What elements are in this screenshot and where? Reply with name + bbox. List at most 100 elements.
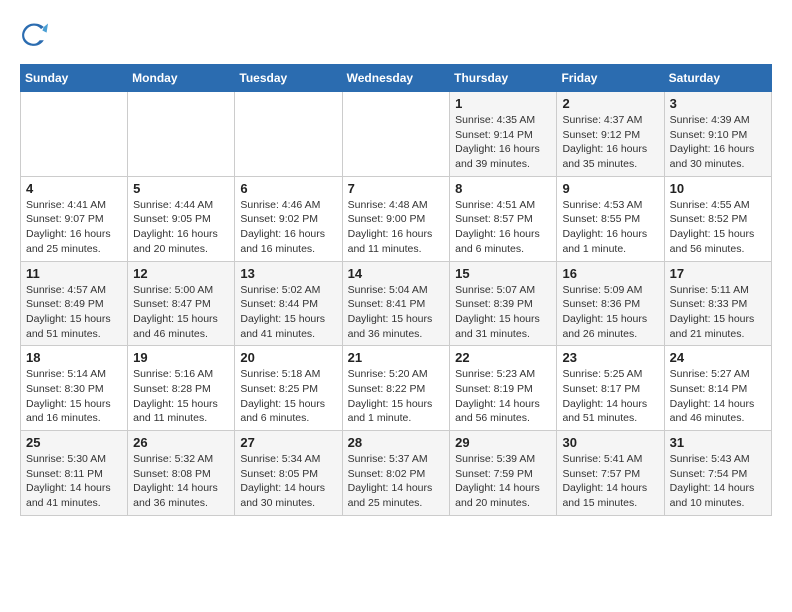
day-number: 21 xyxy=(348,350,445,365)
day-detail-text: Sunrise: 5:23 AM Sunset: 8:19 PM Dayligh… xyxy=(455,367,551,426)
day-number: 11 xyxy=(26,266,122,281)
calendar-day-cell: 21 Sunrise: 5:20 AM Sunset: 8:22 PM Dayli… xyxy=(342,346,450,431)
day-detail-text: Sunrise: 5:39 AM Sunset: 7:59 PM Dayligh… xyxy=(455,452,551,511)
calendar-week-row: 4 Sunrise: 4:41 AM Sunset: 9:07 PM Daylig… xyxy=(21,176,772,261)
calendar-day-cell xyxy=(128,92,235,177)
day-number: 5 xyxy=(133,181,229,196)
day-detail-text: Sunrise: 5:11 AM Sunset: 8:33 PM Dayligh… xyxy=(670,283,766,342)
calendar-day-cell: 27 Sunrise: 5:34 AM Sunset: 8:05 PM Dayli… xyxy=(235,431,342,516)
calendar-week-row: 25 Sunrise: 5:30 AM Sunset: 8:11 PM Dayli… xyxy=(21,431,772,516)
calendar-day-cell: 12 Sunrise: 5:00 AM Sunset: 8:47 PM Dayli… xyxy=(128,261,235,346)
calendar-day-cell: 3 Sunrise: 4:39 AM Sunset: 9:10 PM Daylig… xyxy=(664,92,771,177)
calendar-day-cell: 19Sunrise: 5:16 AM Sunset: 8:28 PM Dayli… xyxy=(128,346,235,431)
calendar-day-cell: 15 Sunrise: 5:07 AM Sunset: 8:39 PM Dayli… xyxy=(450,261,557,346)
day-detail-text: Sunrise: 4:39 AM Sunset: 9:10 PM Dayligh… xyxy=(670,113,766,172)
day-detail-text: Sunrise: 4:41 AM Sunset: 9:07 PM Dayligh… xyxy=(26,198,122,257)
day-number: 3 xyxy=(670,96,766,111)
calendar-day-cell: 31 Sunrise: 5:43 AM Sunset: 7:54 PM Dayli… xyxy=(664,431,771,516)
day-number: 26 xyxy=(133,435,229,450)
day-number: 28 xyxy=(348,435,445,450)
day-number: 13 xyxy=(240,266,336,281)
day-number: 20 xyxy=(240,350,336,365)
day-of-week-header: Tuesday xyxy=(235,65,342,92)
calendar-day-cell xyxy=(235,92,342,177)
calendar-day-cell: 11 Sunrise: 4:57 AM Sunset: 8:49 PM Dayli… xyxy=(21,261,128,346)
day-number: 15 xyxy=(455,266,551,281)
day-detail-text: Sunrise: 5:09 AM Sunset: 8:36 PM Dayligh… xyxy=(562,283,658,342)
day-detail-text: Sunrise: 5:30 AM Sunset: 8:11 PM Dayligh… xyxy=(26,452,122,511)
day-number: 24 xyxy=(670,350,766,365)
day-detail-text: Sunrise: 4:37 AM Sunset: 9:12 PM Dayligh… xyxy=(562,113,658,172)
day-detail-text: Sunrise: 4:44 AM Sunset: 9:05 PM Dayligh… xyxy=(133,198,229,257)
calendar-day-cell: 29 Sunrise: 5:39 AM Sunset: 7:59 PM Dayli… xyxy=(450,431,557,516)
calendar-day-cell: 13 Sunrise: 5:02 AM Sunset: 8:44 PM Dayli… xyxy=(235,261,342,346)
page-header xyxy=(20,20,772,48)
logo xyxy=(20,20,52,48)
day-number: 2 xyxy=(562,96,658,111)
calendar-header-row: SundayMondayTuesdayWednesdayThursdayFrid… xyxy=(21,65,772,92)
calendar-day-cell: 23 Sunrise: 5:25 AM Sunset: 8:17 PM Dayli… xyxy=(557,346,664,431)
day-of-week-header: Monday xyxy=(128,65,235,92)
day-of-week-header: Sunday xyxy=(21,65,128,92)
day-detail-text: Sunrise: 5:43 AM Sunset: 7:54 PM Dayligh… xyxy=(670,452,766,511)
day-number: 14 xyxy=(348,266,445,281)
calendar-week-row: 1 Sunrise: 4:35 AM Sunset: 9:14 PM Daylig… xyxy=(21,92,772,177)
day-detail-text: Sunrise: 5:27 AM Sunset: 8:14 PM Dayligh… xyxy=(670,367,766,426)
day-of-week-header: Friday xyxy=(557,65,664,92)
calendar-day-cell: 18 Sunrise: 5:14 AM Sunset: 8:30 PM Dayli… xyxy=(21,346,128,431)
calendar-day-cell: 1 Sunrise: 4:35 AM Sunset: 9:14 PM Daylig… xyxy=(450,92,557,177)
day-detail-text: Sunrise: 5:32 AM Sunset: 8:08 PM Dayligh… xyxy=(133,452,229,511)
calendar-day-cell: 30 Sunrise: 5:41 AM Sunset: 7:57 PM Dayli… xyxy=(557,431,664,516)
calendar-day-cell: 7 Sunrise: 4:48 AM Sunset: 9:00 PM Daylig… xyxy=(342,176,450,261)
day-detail-text: Sunrise: 5:07 AM Sunset: 8:39 PM Dayligh… xyxy=(455,283,551,342)
day-number: 17 xyxy=(670,266,766,281)
day-number: 25 xyxy=(26,435,122,450)
day-number: 18 xyxy=(26,350,122,365)
day-detail-text: Sunrise: 5:34 AM Sunset: 8:05 PM Dayligh… xyxy=(240,452,336,511)
calendar-day-cell: 2 Sunrise: 4:37 AM Sunset: 9:12 PM Daylig… xyxy=(557,92,664,177)
calendar-day-cell: 16 Sunrise: 5:09 AM Sunset: 8:36 PM Dayli… xyxy=(557,261,664,346)
day-detail-text: Sunrise: 4:48 AM Sunset: 9:00 PM Dayligh… xyxy=(348,198,445,257)
day-detail-text: Sunrise: 5:02 AM Sunset: 8:44 PM Dayligh… xyxy=(240,283,336,342)
day-detail-text: Sunrise: 4:35 AM Sunset: 9:14 PM Dayligh… xyxy=(455,113,551,172)
day-detail-text: Sunrise: 5:00 AM Sunset: 8:47 PM Dayligh… xyxy=(133,283,229,342)
calendar-day-cell: 10 Sunrise: 4:55 AM Sunset: 8:52 PM Dayli… xyxy=(664,176,771,261)
day-number: 7 xyxy=(348,181,445,196)
calendar-week-row: 11 Sunrise: 4:57 AM Sunset: 8:49 PM Dayli… xyxy=(21,261,772,346)
day-number: 1 xyxy=(455,96,551,111)
day-detail-text: Sunrise: 5:14 AM Sunset: 8:30 PM Dayligh… xyxy=(26,367,122,426)
day-of-week-header: Wednesday xyxy=(342,65,450,92)
day-detail-text: Sunrise: 5:20 AM Sunset: 8:22 PM Dayligh… xyxy=(348,367,445,426)
day-detail-text: Sunrise: 4:55 AM Sunset: 8:52 PM Dayligh… xyxy=(670,198,766,257)
calendar-day-cell: 4 Sunrise: 4:41 AM Sunset: 9:07 PM Daylig… xyxy=(21,176,128,261)
day-detail-text: Sunrise: 5:25 AM Sunset: 8:17 PM Dayligh… xyxy=(562,367,658,426)
day-number: 23 xyxy=(562,350,658,365)
day-detail-text: Sunrise: 4:57 AM Sunset: 8:49 PM Dayligh… xyxy=(26,283,122,342)
day-detail-text: Sunrise: 5:41 AM Sunset: 7:57 PM Dayligh… xyxy=(562,452,658,511)
day-detail-text: Sunrise: 5:18 AM Sunset: 8:25 PM Dayligh… xyxy=(240,367,336,426)
calendar-day-cell: 8Sunrise: 4:51 AM Sunset: 8:57 PM Daylig… xyxy=(450,176,557,261)
day-number: 22 xyxy=(455,350,551,365)
day-number: 30 xyxy=(562,435,658,450)
day-number: 29 xyxy=(455,435,551,450)
day-number: 12 xyxy=(133,266,229,281)
calendar-table: SundayMondayTuesdayWednesdayThursdayFrid… xyxy=(20,64,772,516)
day-detail-text: Sunrise: 4:46 AM Sunset: 9:02 PM Dayligh… xyxy=(240,198,336,257)
calendar-day-cell: 6 Sunrise: 4:46 AM Sunset: 9:02 PM Daylig… xyxy=(235,176,342,261)
day-number: 6 xyxy=(240,181,336,196)
day-number: 31 xyxy=(670,435,766,450)
day-detail-text: Sunrise: 4:51 AM Sunset: 8:57 PM Dayligh… xyxy=(455,198,551,257)
day-of-week-header: Saturday xyxy=(664,65,771,92)
day-number: 10 xyxy=(670,181,766,196)
calendar-day-cell: 9Sunrise: 4:53 AM Sunset: 8:55 PM Daylig… xyxy=(557,176,664,261)
day-number: 4 xyxy=(26,181,122,196)
calendar-day-cell: 22 Sunrise: 5:23 AM Sunset: 8:19 PM Dayli… xyxy=(450,346,557,431)
calendar-week-row: 18 Sunrise: 5:14 AM Sunset: 8:30 PM Dayli… xyxy=(21,346,772,431)
day-detail-text: Sunrise: 5:16 AM Sunset: 8:28 PM Dayligh… xyxy=(133,367,229,426)
day-number: 16 xyxy=(562,266,658,281)
calendar-day-cell: 14Sunrise: 5:04 AM Sunset: 8:41 PM Dayli… xyxy=(342,261,450,346)
day-number: 27 xyxy=(240,435,336,450)
calendar-day-cell xyxy=(342,92,450,177)
calendar-day-cell: 24 Sunrise: 5:27 AM Sunset: 8:14 PM Dayli… xyxy=(664,346,771,431)
day-detail-text: Sunrise: 5:37 AM Sunset: 8:02 PM Dayligh… xyxy=(348,452,445,511)
